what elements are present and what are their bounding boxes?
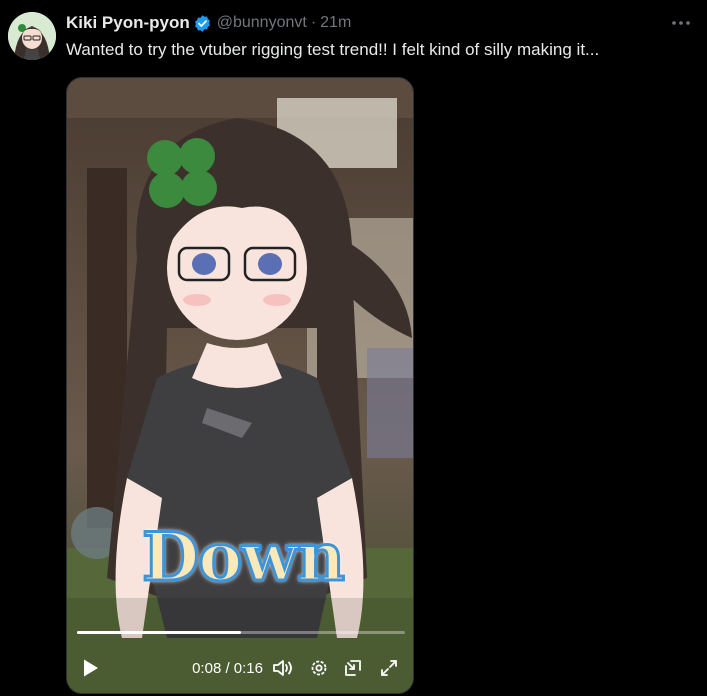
separator-dot: · [310,14,317,31]
video-controls: 0:08 / 0:16 [67,650,413,686]
volume-button[interactable] [271,656,295,680]
fullscreen-button[interactable] [377,656,401,680]
video-progress-fill [77,631,241,634]
post: Kiki Pyon-pyon @bunnyonvt · 21m Wanted t… [0,0,707,696]
video-player[interactable]: Down 0:08 / 0:16 [66,77,414,694]
author-handle[interactable]: @bunnyonvt [217,12,307,34]
picture-in-picture-button[interactable] [341,656,365,680]
settings-icon [311,660,327,676]
author-name[interactable]: Kiki Pyon-pyon [66,12,190,34]
video-progress-bar[interactable] [77,631,405,634]
verified-badge-icon [194,14,210,32]
post-header: Kiki Pyon-pyon @bunnyonvt · 21m [66,12,351,34]
video-frame [67,78,413,693]
settings-button[interactable] [307,656,331,680]
post-text: Wanted to try the vtuber rigging test tr… [66,40,600,59]
post-timestamp[interactable]: 21m [320,12,351,34]
volume-icon [273,660,292,676]
avatar[interactable] [8,12,56,60]
picture-in-picture-icon [345,660,361,676]
more-options-icon [672,21,690,25]
video-timecode: 0:08 / 0:16 [192,659,263,677]
video-caption: Down [140,517,346,598]
play-button[interactable] [79,656,103,680]
fullscreen-icon [381,660,397,676]
more-options-button[interactable] [664,12,698,34]
play-icon [84,659,98,677]
